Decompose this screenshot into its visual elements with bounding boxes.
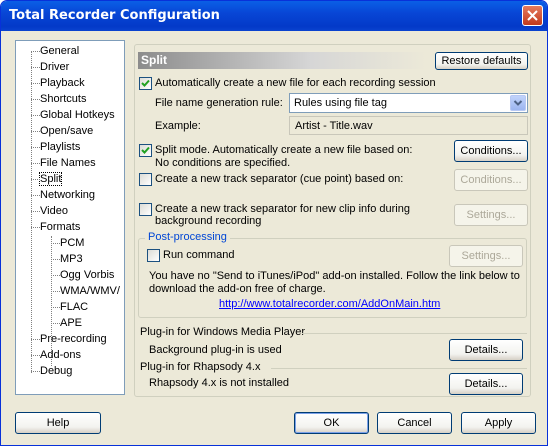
tree-item-networking[interactable]: Networking <box>31 188 95 203</box>
addon-info-line2: download the add-on free of charge. <box>149 283 326 295</box>
tree-item-flac[interactable]: FLAC <box>51 300 88 315</box>
auto-create-checkbox[interactable] <box>139 77 152 90</box>
split-conditions-button[interactable]: Conditions... <box>454 140 528 162</box>
tree-item-playback[interactable]: Playback <box>31 76 85 91</box>
ok-button[interactable]: OK <box>294 412 369 434</box>
checkmark-icon <box>141 146 150 154</box>
tree-item-mp3[interactable]: MP3 <box>51 252 83 267</box>
rhapsody-details-button[interactable]: Details... <box>449 373 523 395</box>
cue-point-label: Create a new track separator (cue point)… <box>155 173 404 185</box>
clip-info-settings-button[interactable]: Settings... <box>454 204 528 226</box>
restore-defaults-button[interactable]: Restore defaults <box>435 52 528 70</box>
tree-item-formats[interactable]: Formats <box>31 220 80 235</box>
title-bar[interactable]: Total Recorder Configuration <box>1 1 547 31</box>
file-name-rule-select[interactable]: Rules using file tag <box>289 93 528 113</box>
cue-point-checkbox[interactable] <box>139 173 152 186</box>
tree-item-wma-wmv[interactable]: WMA/WMV/ <box>51 284 120 299</box>
auto-create-label: Automatically create a new file for each… <box>155 77 436 89</box>
addon-info-line1: You have no "Send to iTunes/iPod" add-on… <box>149 270 520 282</box>
tree-item-open-save[interactable]: Open/save <box>31 124 93 139</box>
split-mode-label: Split mode. Automatically create a new f… <box>155 144 413 156</box>
tree-item-driver[interactable]: Driver <box>31 60 69 75</box>
settings-tree[interactable]: General Driver Playback Shortcuts Global… <box>15 40 125 395</box>
cue-conditions-button[interactable]: Conditions... <box>454 169 528 191</box>
tree-item-add-ons[interactable]: Add-ons <box>31 348 81 363</box>
tree-item-general[interactable]: General <box>31 44 79 59</box>
tree-item-debug[interactable]: Debug <box>31 364 72 379</box>
tree-item-global-hotkeys[interactable]: Global Hotkeys <box>31 108 115 123</box>
chevron-down-icon[interactable] <box>510 95 526 111</box>
file-name-rule-value: Rules using file tag <box>294 97 387 109</box>
tree-item-ape[interactable]: APE <box>51 316 82 331</box>
example-field: Artist - Title.wav <box>289 116 528 135</box>
addon-download-link[interactable]: http://www.totalrecorder.com/AddOnMain.h… <box>219 298 440 310</box>
wmp-plugin-status: Background plug-in is used <box>149 344 282 356</box>
apply-button[interactable]: Apply <box>461 412 536 434</box>
split-mode-status: No conditions are specified. <box>155 157 291 169</box>
separator <box>271 368 527 369</box>
tree-item-split[interactable]: Split <box>31 172 63 187</box>
close-icon <box>527 10 538 21</box>
clip-info-label-line1: Create a new track separator for new cli… <box>155 203 410 215</box>
wmp-plugin-title: Plug-in for Windows Media Player <box>140 326 306 338</box>
tree-item-pre-recording[interactable]: Pre-recording <box>31 332 107 347</box>
tree-item-ogg-vorbis[interactable]: Ogg Vorbis <box>51 268 114 283</box>
example-label: Example: <box>155 120 201 132</box>
run-command-checkbox[interactable] <box>147 249 160 262</box>
clip-info-checkbox[interactable] <box>139 203 152 216</box>
clip-info-label-line2: background recording <box>155 215 262 227</box>
post-processing-legend: Post-processing <box>145 231 230 243</box>
checkmark-icon <box>141 79 150 87</box>
split-mode-checkbox[interactable] <box>139 144 152 157</box>
separator <box>302 333 527 334</box>
tree-item-file-names[interactable]: File Names <box>31 156 96 171</box>
run-command-settings-button[interactable]: Settings... <box>449 245 523 267</box>
section-title: Split <box>141 53 167 67</box>
tree-item-shortcuts[interactable]: Shortcuts <box>31 92 86 107</box>
run-command-label: Run command <box>163 249 235 261</box>
section-header: Split <box>138 52 426 69</box>
wmp-details-button[interactable]: Details... <box>449 339 523 361</box>
close-button[interactable] <box>522 5 543 26</box>
tree-item-video[interactable]: Video <box>31 204 68 219</box>
tree-item-playlists[interactable]: Playlists <box>31 140 80 155</box>
rhapsody-plugin-title: Plug-in for Rhapsody 4.x <box>140 361 261 373</box>
cancel-button[interactable]: Cancel <box>377 412 452 434</box>
rhapsody-plugin-status: Rhapsody 4.x is not installed <box>149 377 290 389</box>
tree-item-pcm[interactable]: PCM <box>51 236 84 251</box>
window-title: Total Recorder Configuration <box>9 8 220 23</box>
configuration-dialog: Total Recorder Configuration General Dri… <box>0 0 548 446</box>
example-value: Artist - Title.wav <box>295 120 373 132</box>
file-name-rule-label: File name generation rule: <box>155 97 283 109</box>
help-button[interactable]: Help <box>15 412 101 434</box>
